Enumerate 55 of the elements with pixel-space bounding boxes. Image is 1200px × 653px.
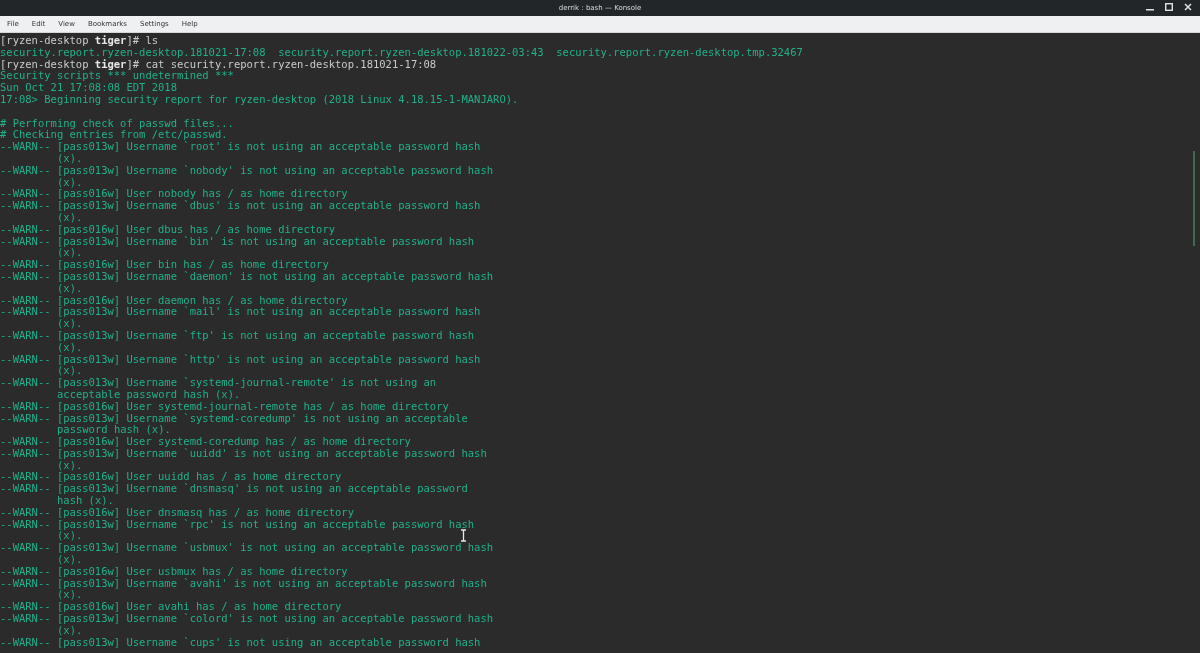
output-line: --WARN-- [pass013w] Username `systemd-journal-remote' is not using an bbox=[0, 377, 437, 389]
output-line: (x). bbox=[57, 176, 83, 189]
output-line: --WARN-- [pass013w] Username `dnsmasq' is not using an acceptable password bbox=[0, 483, 468, 496]
output-line: (x). bbox=[57, 152, 83, 165]
output-line: (x). bbox=[57, 459, 83, 472]
maximize-icon[interactable] bbox=[1165, 3, 1173, 11]
output-line: acceptable password hash (x). bbox=[57, 388, 241, 401]
output-line: --WARN-- [pass016w] User nobody has / as home directory bbox=[0, 188, 348, 201]
output-line: --WARN-- [pass016w] User systemd-journal-remote has / as home directory bbox=[0, 400, 449, 413]
text-cursor-icon bbox=[460, 529, 467, 542]
output-line: --WARN-- [pass016w] User usbmux has / as home directory bbox=[0, 565, 348, 578]
output-line: (x). bbox=[57, 247, 83, 260]
output-line: (x). bbox=[57, 624, 83, 637]
output-line: # Checking entries from /etc/passwd. bbox=[0, 129, 228, 142]
output-line: (x). bbox=[57, 211, 83, 224]
close-icon[interactable] bbox=[1184, 3, 1192, 11]
scrollbar-thumb[interactable] bbox=[1193, 151, 1195, 246]
output-line: --WARN-- [pass013w] Username `avahi' is not using an acceptable password hash bbox=[0, 577, 487, 590]
output-line: --WARN-- [pass013w] Username `ftp' is not using an acceptable password hash bbox=[0, 329, 475, 342]
output-line: (x). bbox=[57, 589, 83, 602]
output-line: --WARN-- [pass016w] User uuidd has / as home directory bbox=[0, 471, 342, 483]
output-line: --WARN-- [pass016w] User daemon has / as home directory bbox=[0, 294, 348, 306]
output-line: --WARN-- [pass013w] Username `uuidd' is not using an acceptable password hash bbox=[0, 447, 487, 460]
output-line: 17:08> Beginning security report for ryzen-desktop (2018 Linux 4.18.15-1-MANJARO). bbox=[0, 94, 519, 106]
output-line: (x). bbox=[57, 318, 83, 330]
output-line: security.report.ryzen-desktop.181021-17:08 security.report.ryzen-desktop.181022-03:43 security.report.ryzen-desktop.tmp.32467 bbox=[0, 46, 803, 58]
output-line: hash (x). bbox=[57, 495, 114, 507]
output-line: --WARN-- [pass013w] Username `cups' is not using an acceptable password hash bbox=[0, 636, 481, 649]
output-line: Security scripts *** undetermined *** bbox=[0, 70, 234, 83]
output-line: password hash (x). bbox=[57, 424, 171, 437]
output-line: --WARN-- [pass013w] Username `mail' is not using an acceptable password hash bbox=[0, 306, 481, 319]
output-line: --WARN-- [pass013w] Username `dbus' is not using an acceptable password hash bbox=[0, 200, 481, 212]
output-line: --WARN-- [pass016w] User systemd-coredump has / as home directory bbox=[0, 436, 411, 448]
prompt-line: [ryzen-desktop tiger]# cat security.report.ryzen-desktop.181021-17:08 bbox=[0, 58, 437, 71]
output-line: --WARN-- [pass013w] Username `systemd-coredump' is not using an acceptable bbox=[0, 412, 468, 425]
output-line: --WARN-- [pass013w] Username `daemon' is not using an acceptable password hash bbox=[0, 270, 494, 283]
output-line: --WARN-- [pass013w] Username `colord' is not using an acceptable password hash bbox=[0, 613, 494, 625]
output-line: --WARN-- [pass016w] User avahi has / as home directory bbox=[0, 601, 342, 613]
output-line: --WARN-- [pass013w] Username `bin' is not using an acceptable password hash bbox=[0, 235, 475, 248]
output-line: --WARN-- [pass013w] Username `root' is not using an acceptable password hash bbox=[0, 141, 481, 153]
output-line: (x). bbox=[57, 365, 83, 378]
output-line: --WARN-- [pass016w] User dnsmasq has / as home directory bbox=[0, 506, 354, 519]
output-line: (x). bbox=[57, 530, 83, 543]
output-line: Sun Oct 21 17:08:08 EDT 2018 bbox=[0, 82, 177, 94]
output-line: --WARN-- [pass016w] User bin has / as home directory bbox=[0, 259, 329, 271]
output-line: (x). bbox=[57, 341, 83, 354]
output-line: --WARN-- [pass016w] User dbus has / as home directory bbox=[0, 223, 336, 236]
output-line: --WARN-- [pass013w] Username `rpc' is not using an acceptable password hash bbox=[0, 518, 475, 531]
output-line: --WARN-- [pass013w] Username `nobody' is not using an acceptable password hash bbox=[0, 164, 494, 177]
output-line: # Performing check of passwd files... bbox=[0, 117, 234, 130]
prompt-line: [ryzen-desktop tiger]# ls bbox=[0, 35, 159, 47]
output-line: (x). bbox=[57, 282, 83, 295]
output-line: --WARN-- [pass013w] Username `http' is not using an acceptable password hash bbox=[0, 353, 481, 366]
output-line: --WARN-- [pass013w] Username `usbmux' is not using an acceptable password hash bbox=[0, 542, 494, 555]
output-line: (x). bbox=[57, 554, 83, 566]
